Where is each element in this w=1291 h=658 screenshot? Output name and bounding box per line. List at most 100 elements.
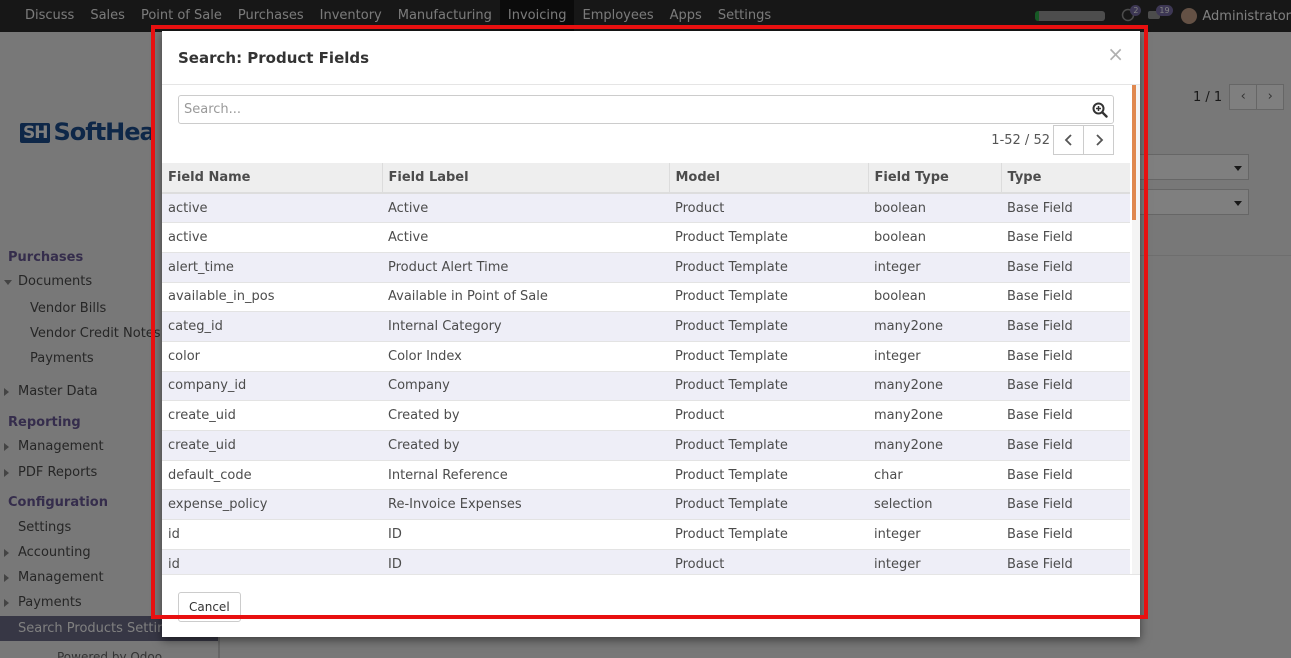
column-header-type[interactable]: Type <box>1001 163 1130 194</box>
table-row[interactable]: active Active Product Template boolean Base … <box>162 222 1130 253</box>
table-cell: Company <box>382 370 669 401</box>
table-cell: Base Field <box>1001 311 1130 342</box>
table-row[interactable]: available_in_pos Available in Point of Sa… <box>162 281 1130 312</box>
table-cell: Base Field <box>1001 192 1130 223</box>
table-cell: Internal Category <box>382 311 669 342</box>
table-cell: boolean <box>868 281 1001 312</box>
table-cell: Product Template <box>669 222 868 253</box>
table-cell: Created by <box>382 430 669 461</box>
column-header-model[interactable]: Model <box>669 163 869 194</box>
table-row[interactable]: id ID Product integer Base Field <box>162 548 1130 574</box>
table-cell: Base Field <box>1001 489 1130 520</box>
table-cell: Product Template <box>669 251 868 283</box>
table-cell: Product Template <box>669 489 868 520</box>
scrollbar-thumb[interactable] <box>1132 85 1136 220</box>
table-cell: create_uid <box>162 430 382 461</box>
table-cell: many2one <box>868 430 1001 461</box>
table-cell: Product <box>669 192 868 223</box>
table-cell: integer <box>868 548 1001 574</box>
table-cell: ID <box>382 548 669 574</box>
table-cell: Active <box>382 192 669 223</box>
table-row[interactable]: alert_time Product Alert Time Product Temp… <box>162 251 1130 283</box>
pager-value[interactable]: 1-52 / 52 <box>991 133 1050 148</box>
table-row[interactable]: create_uid Created by Product many2one Base … <box>162 400 1130 431</box>
search-icon[interactable] <box>1092 102 1108 118</box>
table-cell: Active <box>382 222 669 253</box>
cancel-button[interactable]: Cancel <box>178 592 241 622</box>
table-cell: Base Field <box>1001 281 1130 312</box>
table-cell: Color Index <box>382 340 669 372</box>
table-cell: integer <box>868 340 1001 372</box>
table-cell: Base Field <box>1001 430 1130 461</box>
table-cell: integer <box>868 519 1001 550</box>
dialog-header: Search: Product Fields × <box>162 31 1140 85</box>
table-cell: available_in_pos <box>162 281 382 312</box>
table-cell: boolean <box>868 192 1001 223</box>
table-cell: Base Field <box>1001 400 1130 431</box>
table-row[interactable]: color Color Index Product Template integer B… <box>162 340 1130 372</box>
scrollbar[interactable] <box>1132 85 1140 574</box>
table-cell: many2one <box>868 311 1001 342</box>
table-header-row: Field Name Field Label Model Field Type Type <box>162 163 1130 194</box>
table-cell: Available in Point of Sale <box>382 281 669 312</box>
table-cell: Base Field <box>1001 222 1130 253</box>
table-cell: Base Field <box>1001 548 1130 574</box>
table-cell: integer <box>868 251 1001 283</box>
table-cell: Base Field <box>1001 459 1130 490</box>
search-box <box>178 95 1114 124</box>
table-row[interactable]: create_uid Created by Product Template many… <box>162 430 1130 461</box>
table-cell: many2one <box>868 370 1001 401</box>
table-cell: Internal Reference <box>382 459 669 490</box>
table-cell: Base Field <box>1001 340 1130 372</box>
table-cell: boolean <box>868 222 1001 253</box>
table-row[interactable]: active Active Product boolean Base Field <box>162 192 1130 223</box>
table-cell: categ_id <box>162 311 382 342</box>
table-cell: Product Template <box>669 430 868 461</box>
search-dialog: Search: Product Fields × 1-52 / 52 <box>162 31 1140 637</box>
table-cell: selection <box>868 489 1001 520</box>
column-header-field-label[interactable]: Field Label <box>382 163 670 194</box>
table-cell: expense_policy <box>162 489 382 520</box>
table-cell: create_uid <box>162 400 382 431</box>
table-cell: active <box>162 222 382 253</box>
table-row[interactable]: id ID Product Template integer Base Field <box>162 519 1130 550</box>
table-cell: Product Template <box>669 281 868 312</box>
fields-table: Field Name Field Label Model Field Type Type… <box>162 163 1130 574</box>
chevron-left-icon <box>1064 134 1072 146</box>
table-cell: Product Template <box>669 459 868 490</box>
table-cell: Product Alert Time <box>382 251 669 283</box>
table-row[interactable]: company_id Company Product Template many2on… <box>162 370 1130 401</box>
pager-next-button[interactable] <box>1083 125 1114 155</box>
search-input[interactable] <box>179 96 1079 123</box>
table-cell: ID <box>382 519 669 550</box>
table-cell: alert_time <box>162 251 382 283</box>
table-cell: Base Field <box>1001 251 1130 283</box>
dialog-body: 1-52 / 52 Field NameField LabelModelFiel… <box>162 85 1140 574</box>
table-cell: char <box>868 459 1001 490</box>
chevron-right-icon <box>1095 134 1103 146</box>
dialog-pager: 1-52 / 52 <box>991 125 1114 155</box>
column-header-field-name[interactable]: Field Name <box>162 163 383 194</box>
pager-previous-button[interactable] <box>1053 125 1084 155</box>
table-row[interactable]: default_code Internal Reference Product Te… <box>162 459 1130 490</box>
table-cell: Product Template <box>669 370 868 401</box>
table-cell: Product Template <box>669 519 868 550</box>
table-cell: Product Template <box>669 311 868 342</box>
table-cell: Product <box>669 400 868 431</box>
table-cell: many2one <box>868 400 1001 431</box>
table-cell: Re-Invoice Expenses <box>382 489 669 520</box>
table-cell: id <box>162 519 382 550</box>
table-cell: Base Field <box>1001 370 1130 401</box>
table-cell: Product Template <box>669 340 868 372</box>
dialog-title: Search: Product Fields <box>178 49 370 67</box>
table-cell: Created by <box>382 400 669 431</box>
table-row[interactable]: expense_policy Re-Invoice Expenses Product… <box>162 489 1130 520</box>
table-cell: Product <box>669 548 868 574</box>
table-row[interactable]: categ_id Internal Category Product Templat… <box>162 311 1130 342</box>
table-cell: active <box>162 192 382 223</box>
table-cell: id <box>162 548 382 574</box>
close-icon[interactable]: × <box>1107 44 1124 64</box>
table-cell: Base Field <box>1001 519 1130 550</box>
column-header-field-type[interactable]: Field Type <box>868 163 1002 194</box>
dialog-footer: Cancel <box>162 574 1140 637</box>
